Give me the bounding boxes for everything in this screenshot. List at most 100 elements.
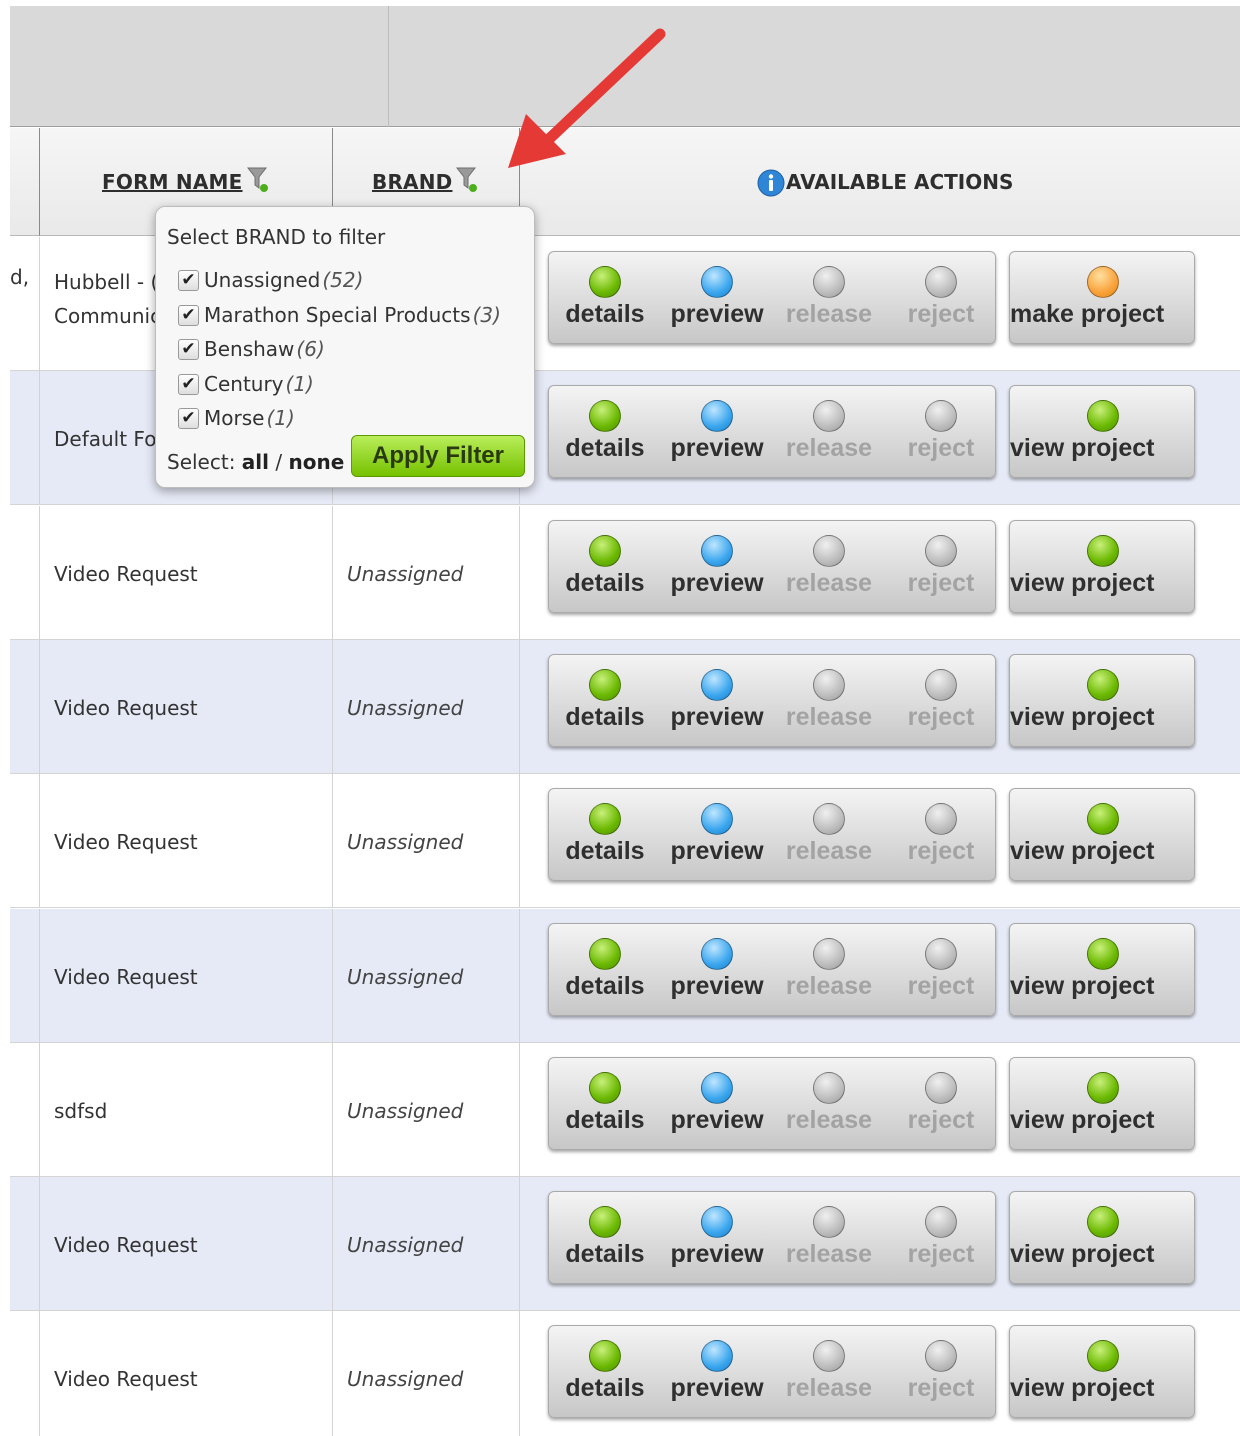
- left-column-fragment: d,: [10, 265, 30, 289]
- project-button[interactable]: view project: [1009, 1057, 1195, 1150]
- preview-label: preview: [670, 434, 764, 462]
- checkbox-icon[interactable]: ✔: [178, 339, 199, 360]
- project-button[interactable]: view project: [1009, 788, 1195, 881]
- preview-button[interactable]: preview: [661, 1058, 773, 1151]
- brand-column-header[interactable]: BRAND: [372, 170, 452, 194]
- release-label: release: [785, 703, 873, 731]
- reject-button[interactable]: reject: [885, 252, 997, 345]
- reject-status-icon: [925, 669, 957, 701]
- checkbox-icon[interactable]: ✔: [178, 270, 199, 291]
- reject-label: reject: [907, 569, 975, 597]
- release-button[interactable]: release: [773, 1326, 885, 1419]
- checkbox-icon[interactable]: ✔: [178, 408, 199, 429]
- reject-status-icon: [925, 803, 957, 835]
- reject-button[interactable]: reject: [885, 924, 997, 1017]
- reject-button[interactable]: reject: [885, 655, 997, 748]
- brand-filter-icon[interactable]: [456, 166, 478, 194]
- preview-label: preview: [670, 300, 764, 328]
- form-name-cell: Default Fo: [54, 427, 157, 451]
- preview-button[interactable]: preview: [661, 924, 773, 1017]
- details-button[interactable]: details: [549, 1326, 661, 1419]
- preview-button[interactable]: preview: [661, 252, 773, 345]
- release-status-icon: [813, 400, 845, 432]
- release-button[interactable]: release: [773, 521, 885, 614]
- preview-label: preview: [670, 1106, 764, 1134]
- filter-option-name: Morse: [204, 406, 265, 430]
- column-divider: [519, 640, 520, 774]
- preview-button[interactable]: preview: [661, 789, 773, 882]
- table-row: Video Request Unassigned details preview rel…: [10, 1311, 1240, 1436]
- release-button[interactable]: release: [773, 1192, 885, 1285]
- release-label: release: [785, 300, 873, 328]
- details-button[interactable]: details: [549, 521, 661, 614]
- reject-button[interactable]: reject: [885, 1326, 997, 1419]
- details-status-icon: [589, 266, 621, 298]
- release-button[interactable]: release: [773, 789, 885, 882]
- filter-option-count: (3): [472, 302, 501, 327]
- project-button[interactable]: make project: [1009, 251, 1195, 344]
- select-all-link[interactable]: all: [242, 450, 269, 474]
- details-button[interactable]: details: [549, 252, 661, 345]
- preview-button[interactable]: preview: [661, 1326, 773, 1419]
- preview-status-icon: [701, 1206, 733, 1238]
- details-status-icon: [589, 1206, 621, 1238]
- select-none-link[interactable]: none: [288, 450, 344, 474]
- release-button[interactable]: release: [773, 655, 885, 748]
- reject-button[interactable]: reject: [885, 789, 997, 882]
- brand-cell: Unassigned: [347, 965, 464, 989]
- preview-status-icon: [701, 1072, 733, 1104]
- action-button-group: details preview release reject: [548, 923, 996, 1016]
- reject-button[interactable]: reject: [885, 386, 997, 479]
- details-status-icon: [589, 1072, 621, 1104]
- column-divider: [332, 640, 333, 774]
- preview-button[interactable]: preview: [661, 521, 773, 614]
- project-button[interactable]: view project: [1009, 923, 1195, 1016]
- apply-filter-button[interactable]: Apply Filter: [351, 435, 525, 477]
- details-label: details: [565, 300, 645, 328]
- reject-button[interactable]: reject: [885, 521, 997, 614]
- release-button[interactable]: release: [773, 1058, 885, 1151]
- project-button[interactable]: view project: [1009, 385, 1195, 478]
- project-button[interactable]: view project: [1009, 1325, 1195, 1418]
- release-label: release: [785, 1374, 873, 1402]
- project-button[interactable]: view project: [1009, 1191, 1195, 1284]
- project-status-icon: [1087, 1072, 1119, 1104]
- release-status-icon: [813, 1072, 845, 1104]
- details-status-icon: [589, 669, 621, 701]
- column-divider: [39, 1177, 40, 1311]
- release-label: release: [785, 1106, 873, 1134]
- preview-status-icon: [701, 535, 733, 567]
- form-name-cell: Hubbell - (Communic: [54, 265, 161, 333]
- details-button[interactable]: details: [549, 655, 661, 748]
- release-status-icon: [813, 938, 845, 970]
- column-divider: [39, 909, 40, 1043]
- project-status-icon: [1087, 669, 1119, 701]
- checkbox-icon[interactable]: ✔: [178, 373, 199, 395]
- release-label: release: [785, 972, 873, 1000]
- project-button[interactable]: view project: [1009, 520, 1195, 613]
- reject-button[interactable]: reject: [885, 1192, 997, 1285]
- details-button[interactable]: details: [549, 789, 661, 882]
- details-button[interactable]: details: [549, 1058, 661, 1151]
- details-button[interactable]: details: [549, 1192, 661, 1285]
- details-button[interactable]: details: [549, 386, 661, 479]
- release-button[interactable]: release: [773, 252, 885, 345]
- reject-status-icon: [925, 938, 957, 970]
- preview-button[interactable]: preview: [661, 1192, 773, 1285]
- reject-label: reject: [907, 972, 975, 1000]
- preview-button[interactable]: preview: [661, 386, 773, 479]
- project-label: view project: [1010, 1374, 1155, 1402]
- action-button-group: details preview release reject: [548, 1057, 996, 1150]
- column-divider: [332, 506, 333, 640]
- release-button[interactable]: release: [773, 386, 885, 479]
- details-button[interactable]: details: [549, 924, 661, 1017]
- preview-status-icon: [701, 400, 733, 432]
- details-status-icon: [589, 400, 621, 432]
- reject-button[interactable]: reject: [885, 1058, 997, 1151]
- release-button[interactable]: release: [773, 924, 885, 1017]
- checkbox-icon[interactable]: ✔: [178, 304, 199, 326]
- form-name-column-header[interactable]: FORM NAME: [102, 170, 243, 194]
- preview-button[interactable]: preview: [661, 655, 773, 748]
- form-name-filter-icon[interactable]: [247, 166, 269, 194]
- project-button[interactable]: view project: [1009, 654, 1195, 747]
